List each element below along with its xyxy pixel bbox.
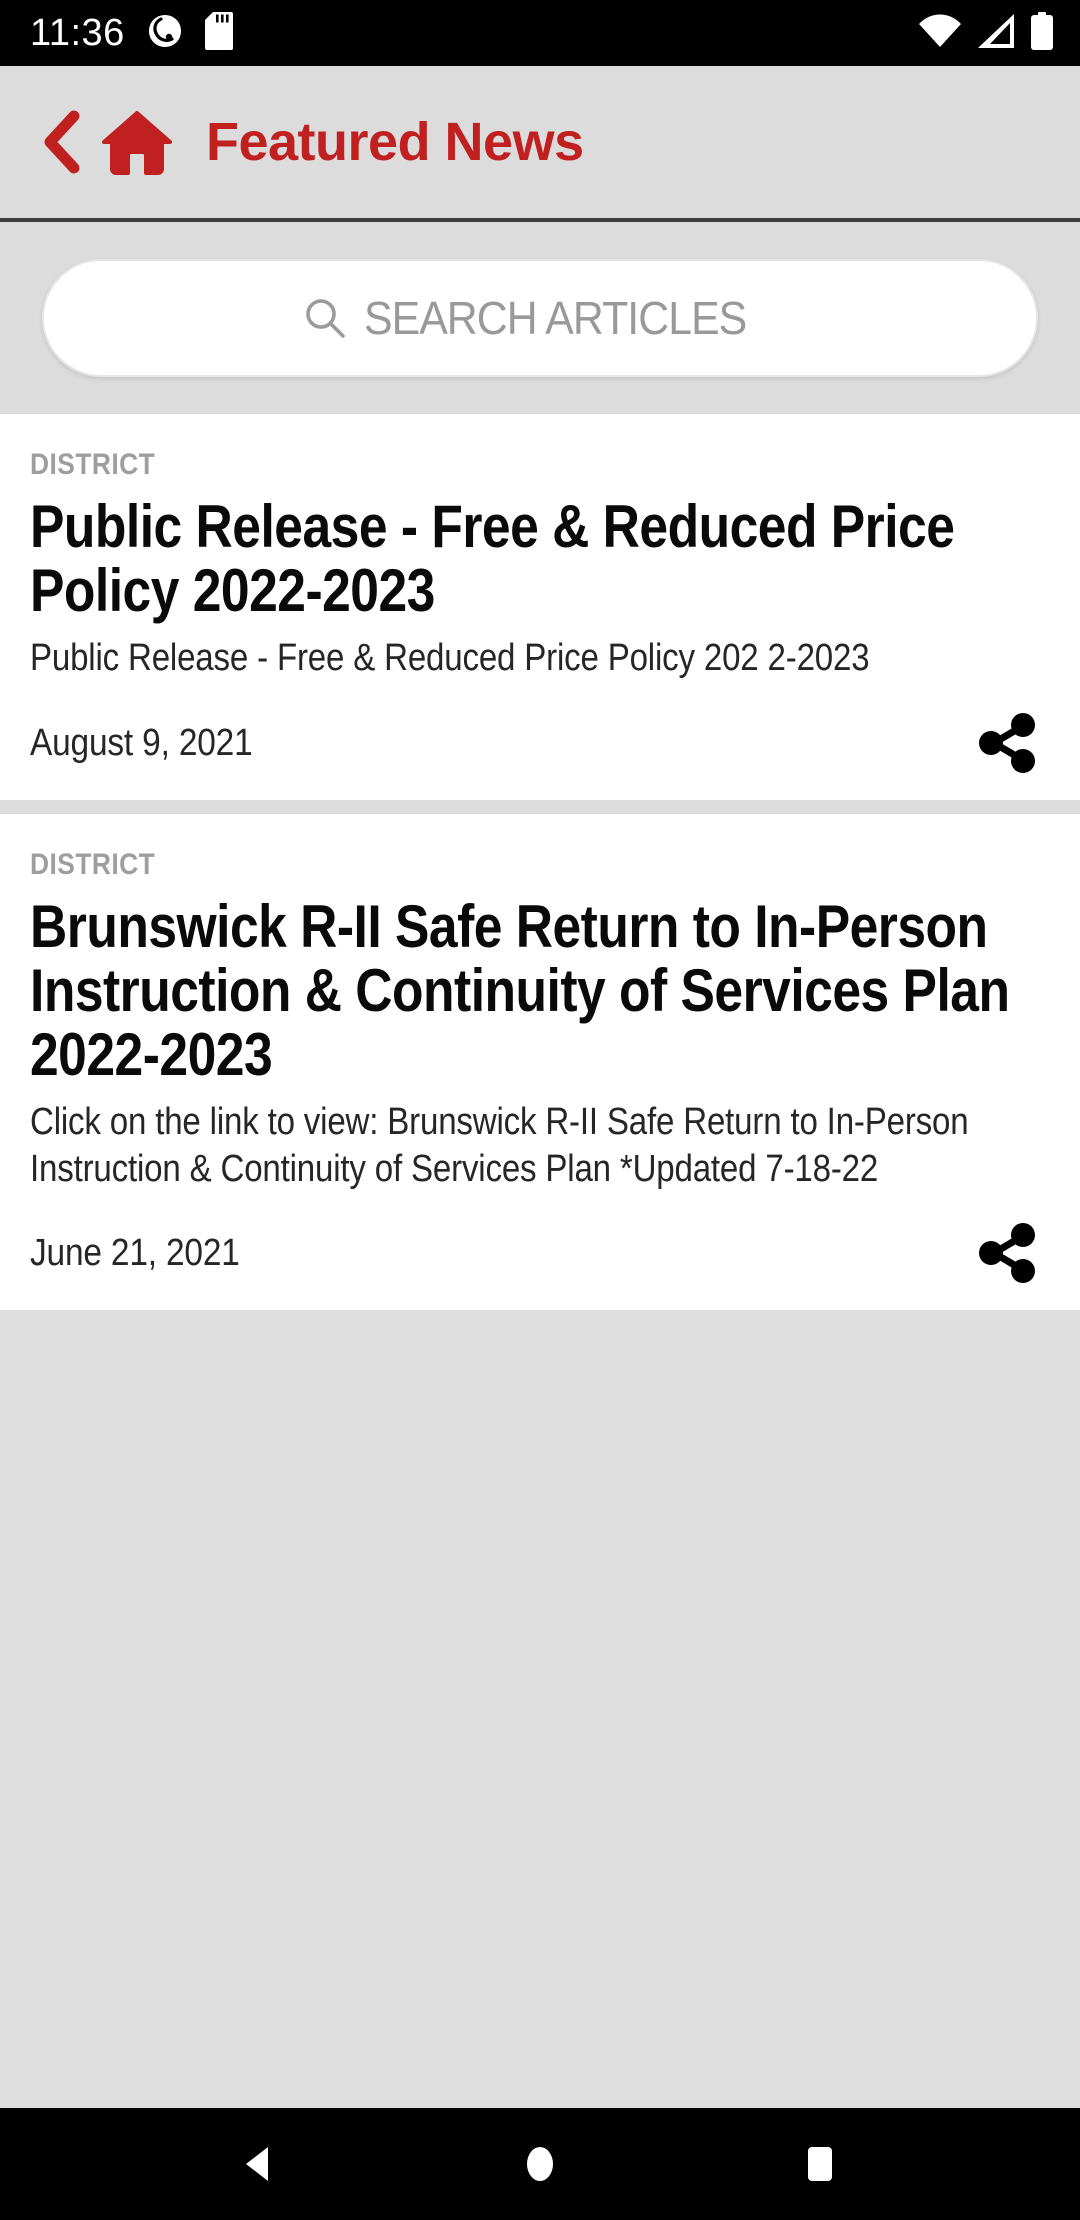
article-footer: June 21, 2021 xyxy=(30,1222,1050,1284)
share-button[interactable] xyxy=(976,1222,1038,1284)
app-screen: 11:36 Featured News SEARCH ARTICLES DIST… xyxy=(0,0,1080,2220)
article-card[interactable]: DISTRICT Brunswick R-II Safe Return to I… xyxy=(0,813,1080,1311)
article-category: DISTRICT xyxy=(30,448,156,481)
article-headline[interactable]: Brunswick R-II Safe Return to In-Person … xyxy=(30,894,1048,1088)
article-category: DISTRICT xyxy=(30,847,156,881)
status-bar-right xyxy=(918,11,1054,55)
status-clock: 11:36 xyxy=(30,12,125,54)
article-summary: Click on the link to view: Brunswick R-I… xyxy=(30,1101,969,1190)
nav-recents-button[interactable] xyxy=(760,2108,880,2220)
nav-home-button[interactable] xyxy=(480,2108,600,2220)
article-headline[interactable]: Public Release - Free & Reduced Price Po… xyxy=(30,494,1048,623)
article-date: August 9, 2021 xyxy=(30,721,253,764)
nav-recents-square-icon xyxy=(808,2147,832,2181)
search-icon xyxy=(304,297,346,339)
article-footer: August 9, 2021 xyxy=(30,712,1050,774)
article-date: June 21, 2021 xyxy=(30,1232,240,1275)
article-list[interactable]: DISTRICT Public Release - Free & Reduced… xyxy=(0,414,1080,2108)
status-bar: 11:36 xyxy=(0,0,1080,66)
wifi-icon xyxy=(918,13,962,54)
search-section: SEARCH ARTICLES xyxy=(0,222,1080,414)
home-icon xyxy=(102,111,172,175)
sd-card-icon xyxy=(204,11,233,55)
back-button[interactable] xyxy=(40,109,84,175)
nav-home-circle-icon xyxy=(527,2147,553,2181)
card-divider xyxy=(0,799,1080,814)
page-title: Featured News xyxy=(206,112,584,172)
chevron-left-icon xyxy=(44,110,80,174)
nav-back-button[interactable] xyxy=(200,2108,320,2220)
android-nav-bar xyxy=(0,2108,1080,2220)
app-header: Featured News xyxy=(0,66,1080,222)
nav-back-triangle-icon xyxy=(246,2147,268,2181)
share-icon xyxy=(979,1223,1035,1284)
home-button[interactable] xyxy=(102,109,172,175)
share-button[interactable] xyxy=(976,712,1038,774)
battery-icon xyxy=(1030,11,1054,55)
status-bar-left: 11:36 xyxy=(30,11,233,55)
article-summary: Public Release - Free & Reduced Price Po… xyxy=(30,637,870,680)
share-icon xyxy=(979,712,1035,773)
article-card[interactable]: DISTRICT Public Release - Free & Reduced… xyxy=(0,414,1080,800)
cellular-signal-icon xyxy=(976,13,1016,54)
search-placeholder: SEARCH ARTICLES xyxy=(364,292,747,344)
search-input[interactable]: SEARCH ARTICLES xyxy=(42,259,1038,377)
sync-icon xyxy=(147,13,183,54)
